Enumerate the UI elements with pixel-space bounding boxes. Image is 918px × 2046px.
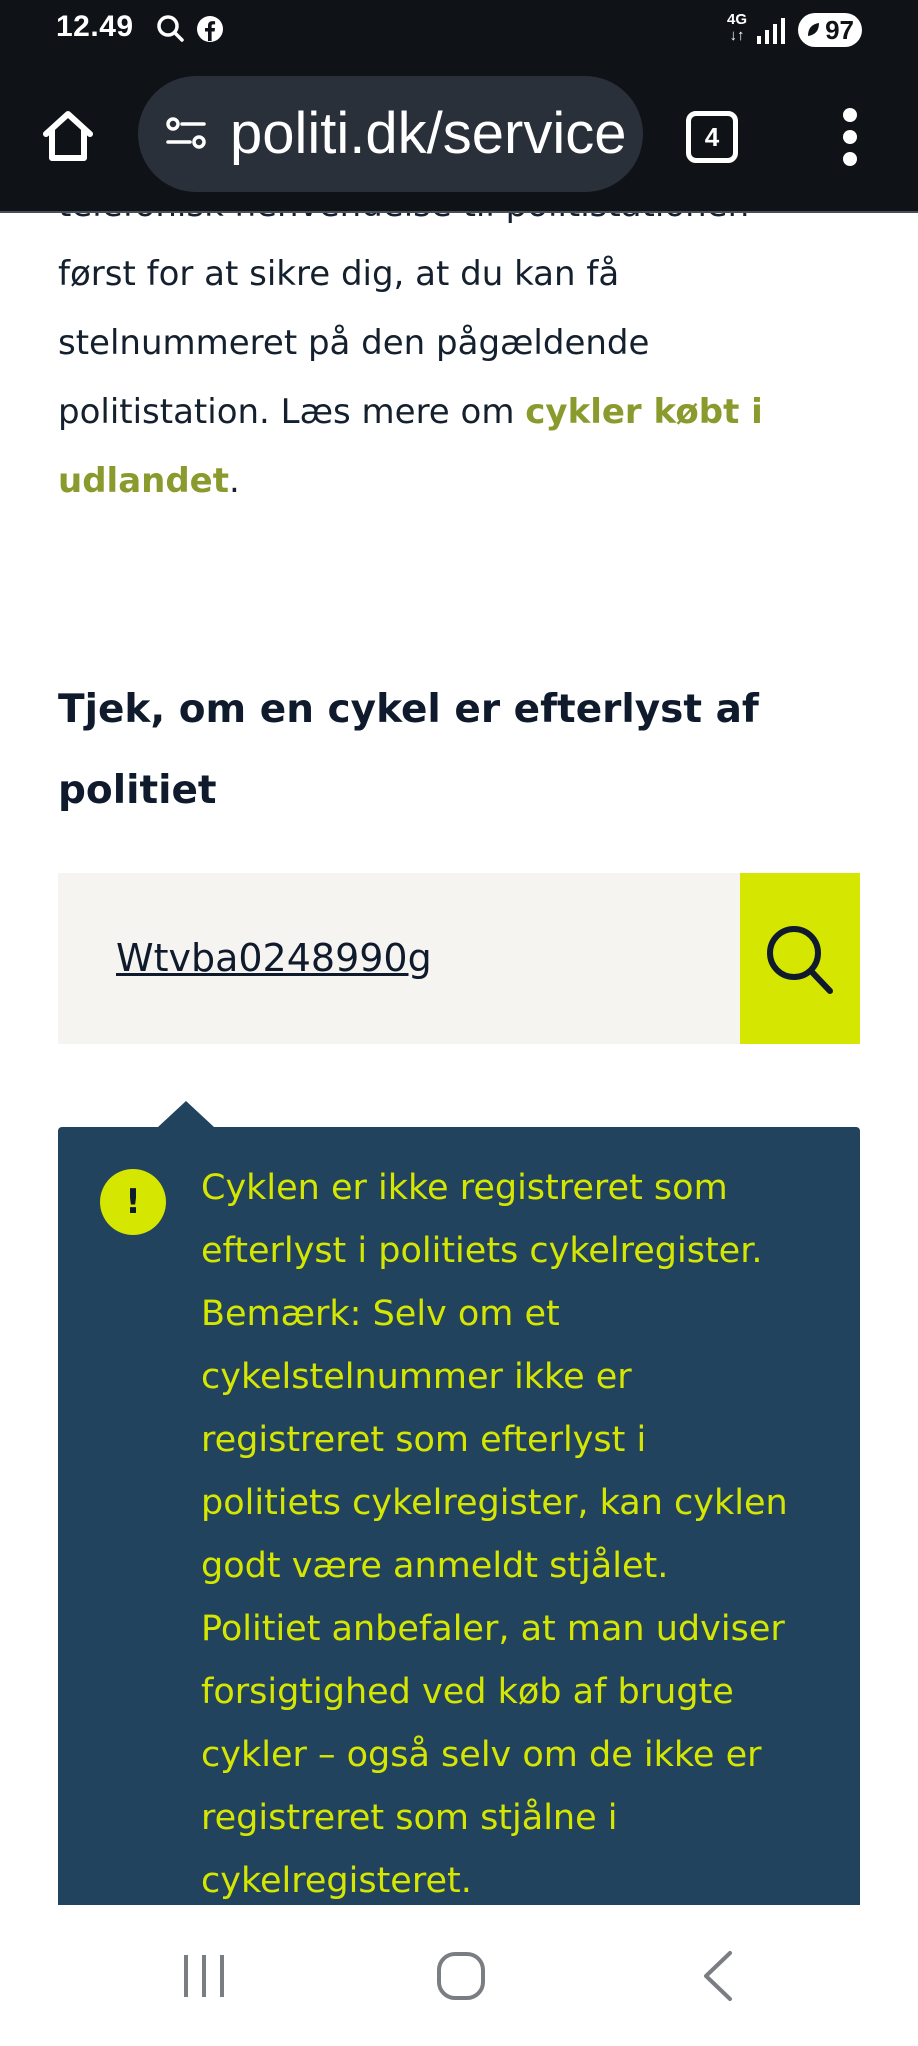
- tabs-button[interactable]: 4: [686, 111, 738, 163]
- frame-number-input[interactable]: [116, 923, 716, 993]
- system-nav-bar: [0, 1905, 918, 2046]
- more-menu-icon[interactable]: [836, 108, 864, 166]
- search-button[interactable]: [740, 873, 860, 1044]
- page-content: telefonisk henvendelse til politistation…: [0, 213, 918, 1905]
- page-title: Tjek, om en cykel er efterlyst af politi…: [58, 687, 759, 813]
- intro-paragraph: telefonisk henvendelse til politistation…: [58, 213, 858, 516]
- battery-saver-leaf-icon: [808, 23, 819, 36]
- search-icon: [767, 926, 833, 994]
- exclamation-icon: !: [100, 1169, 166, 1235]
- intro-line: politistation. Læs mere om: [58, 392, 526, 432]
- recents-icon[interactable]: [180, 1951, 228, 2001]
- browser-toolbar: politi.dk/service 4: [0, 62, 918, 212]
- battery-icon: 97: [798, 13, 862, 47]
- intro-line: stelnummeret på den pågældende: [58, 323, 650, 363]
- frame-number-search: [58, 873, 860, 1044]
- signal-icon: [757, 18, 785, 44]
- address-bar[interactable]: politi.dk/service: [138, 76, 643, 192]
- intro-line: telefonisk henvendelse til politistation…: [58, 213, 749, 225]
- battery-level: 97: [825, 15, 854, 45]
- result-message: Cyklen er ikke registreret som efterlyst…: [201, 1168, 788, 1901]
- home-circle-icon[interactable]: [436, 1949, 486, 2003]
- status-time: 12.49: [56, 10, 134, 43]
- intro-line: først for at sikre dig, at du kan få: [58, 254, 620, 294]
- search-result-alert: ! Cyklen er ikke registreret som efterly…: [58, 1127, 860, 1905]
- search-icon: [157, 15, 184, 42]
- url-text[interactable]: politi.dk/service: [230, 96, 626, 172]
- site-info-icon[interactable]: [164, 112, 208, 156]
- facebook-icon: [197, 16, 223, 42]
- result-pointer: [158, 1101, 214, 1127]
- status-bar: 12.49 4G ↓↑ 97: [0, 0, 918, 62]
- tab-count: 4: [704, 122, 720, 152]
- home-icon[interactable]: [38, 106, 98, 166]
- back-icon[interactable]: [700, 1949, 736, 2003]
- network-type: 4G ↓↑: [726, 11, 747, 44]
